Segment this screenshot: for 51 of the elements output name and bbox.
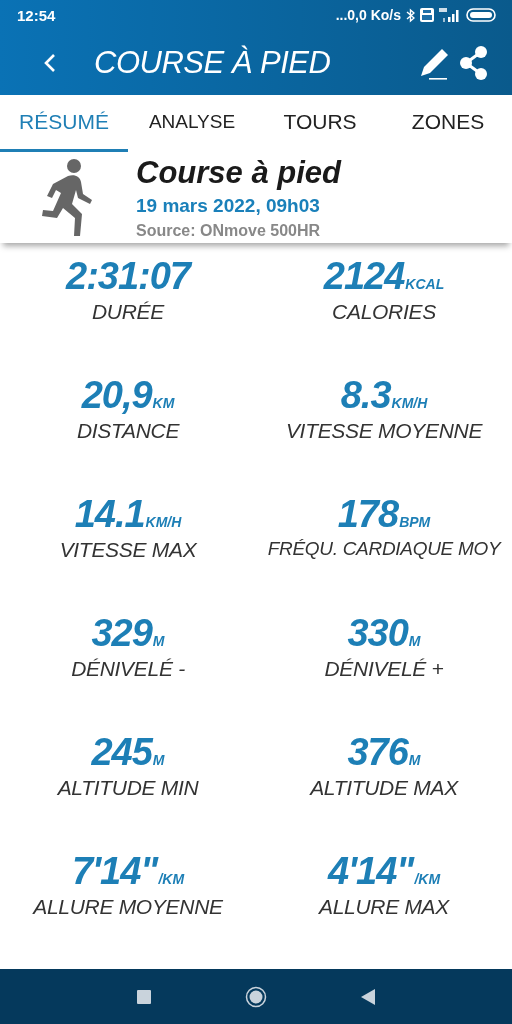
share-icon (459, 44, 489, 81)
stat-unit: KCAL (405, 276, 445, 293)
signal-icon (439, 8, 461, 22)
back-icon[interactable] (359, 987, 376, 1006)
clock-time: 12:54 (17, 6, 56, 24)
stat-unit: /KM (158, 871, 185, 888)
stat-value: 245 (91, 731, 152, 775)
chevron-left-icon (43, 51, 57, 74)
stat-unit: KM/H (391, 395, 428, 412)
activity-source: Source: ONmove 500HR (136, 222, 322, 241)
stat-unit: M (152, 633, 165, 650)
stat-label: VITESSE MAX (59, 538, 197, 563)
stat-label: FRÉQU. CARDIAQUE MOY (267, 538, 501, 561)
tab[interactable]: ANALYSE (128, 95, 256, 152)
stat-unit: M (408, 633, 421, 650)
stat-label: VITESSE MOYENNE (285, 419, 483, 444)
stat-value: 376 (347, 731, 408, 775)
stat-label: CALORIES (332, 300, 436, 325)
stat-unit: /KM (414, 871, 441, 888)
stat-unit: KM (152, 395, 175, 412)
tab[interactable]: ZONES (384, 95, 512, 152)
recent-apps-icon[interactable] (136, 988, 153, 1005)
stat-value: 8.3 (340, 374, 391, 418)
stat-value: 178 (337, 493, 399, 537)
stat-value: 329 (91, 612, 152, 656)
stat-value: 2124 (323, 255, 405, 299)
stat-value: 14.1 (74, 493, 145, 537)
stat-label: DÉNIVELÉ + (324, 657, 444, 682)
stat-label: ALLURE MOYENNE (33, 895, 223, 920)
stat-value: 7'14" (71, 850, 158, 894)
stat-value: 330 (347, 612, 408, 656)
stat-label: DISTANCE (76, 419, 180, 444)
stat-unit: M (152, 752, 165, 769)
activity-date: 19 mars 2022, 09h03 (136, 195, 321, 218)
stat-label: DURÉE (92, 300, 164, 325)
bluetooth-icon (406, 7, 415, 23)
stat-unit: KM/H (145, 514, 182, 531)
stat-label: DÉNIVELÉ - (71, 657, 185, 682)
stat-unit: BPM (399, 514, 431, 531)
home-icon[interactable] (245, 985, 267, 1008)
stat-value: 4'14" (327, 850, 414, 894)
stat-unit: M (408, 752, 421, 769)
tab[interactable]: TOURS (256, 95, 384, 152)
network-speed: ...0,0 Ko/s (335, 7, 401, 23)
activity-title: Course à pied (136, 155, 341, 192)
battery-icon (466, 8, 496, 22)
stat-value: 20,9 (81, 374, 152, 418)
stat-label: ALLURE MAX (318, 895, 449, 920)
stat-label: ALTITUDE MAX (310, 776, 458, 801)
screen-title: COURSE À PIED (94, 44, 332, 81)
stat-label: ALTITUDE MIN (57, 776, 199, 801)
